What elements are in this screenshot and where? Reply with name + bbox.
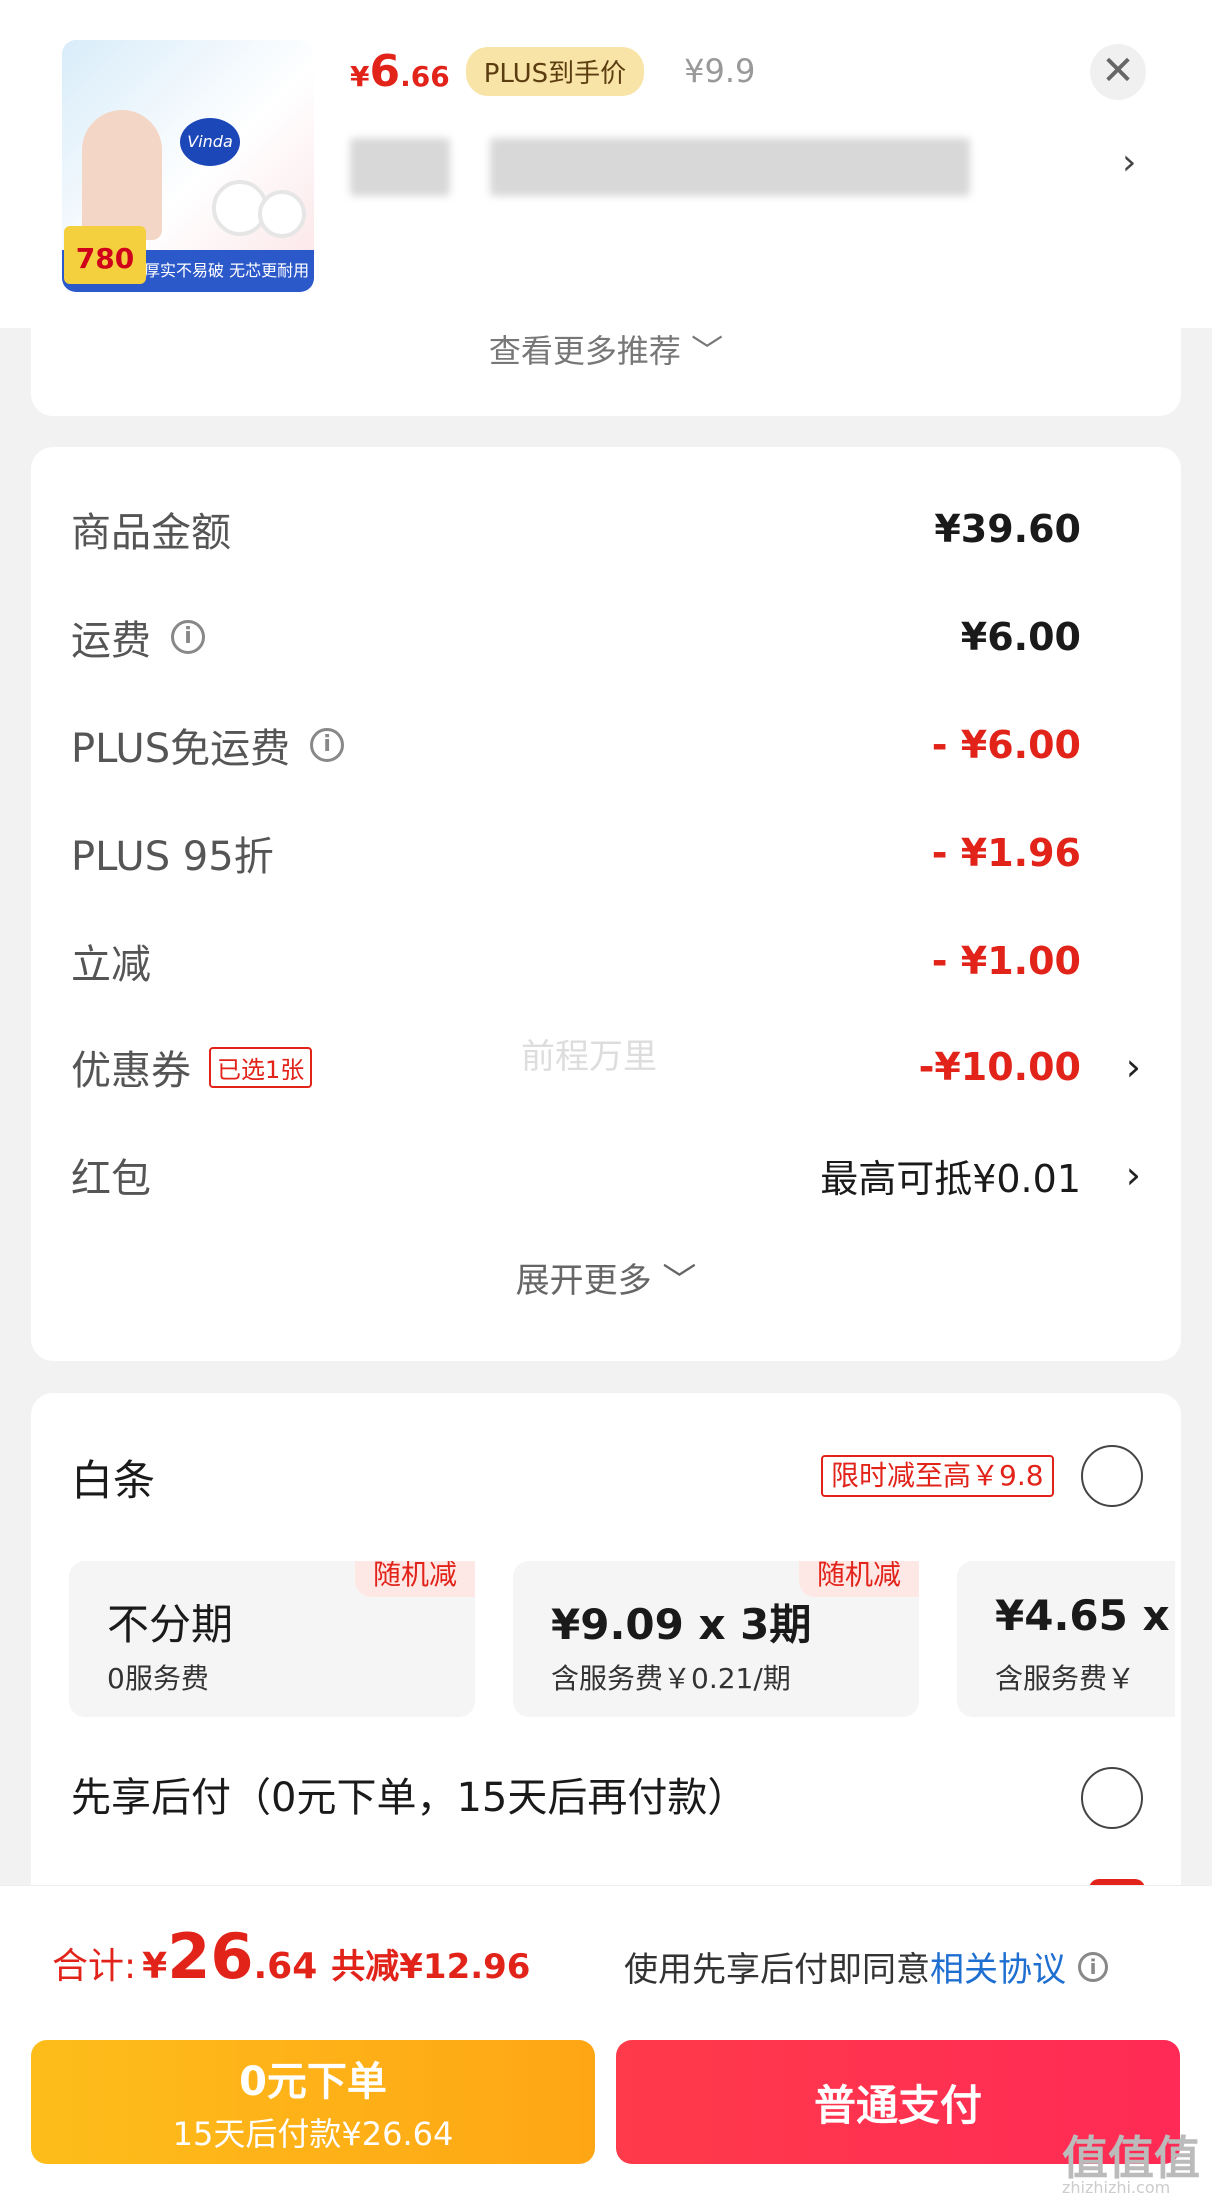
site-watermark-url: zhizhizhi.com xyxy=(1062,2178,1171,2197)
total-label: 合计: xyxy=(52,1946,137,1987)
plan-3-installments[interactable]: 随机减 ¥9.09 x 3期 含服务费￥0.21/期 xyxy=(513,1561,919,1717)
agreement-text: 使用先享后付即同意 相关协议 i xyxy=(624,1942,1108,1991)
plan-sub: 含服务费￥0.21/期 xyxy=(551,1662,791,1695)
current-price: ¥6.66 xyxy=(350,46,450,97)
fee-label: PLUS 95折 xyxy=(71,834,274,880)
total-saved: 共减¥12.96 xyxy=(331,1947,531,1987)
price-decimal: .66 xyxy=(400,59,450,93)
baitiao-radio[interactable] xyxy=(1081,1445,1143,1507)
fee-row-plus-free-shipping: PLUS免运费 i - ¥6.00 xyxy=(71,715,1141,775)
fee-value: ¥39.60 xyxy=(934,507,1081,551)
original-price: ¥9.9 xyxy=(684,52,756,90)
fee-label-wrap: 运费 i xyxy=(71,608,205,666)
chevron-right-icon[interactable]: › xyxy=(1126,1153,1141,1197)
total-decimal: .64 xyxy=(253,1946,318,1987)
blurred-text xyxy=(490,138,970,196)
total-currency: ¥ xyxy=(142,1946,168,1987)
fee-label: 红包 xyxy=(71,1156,151,1202)
price-integer: 6 xyxy=(369,45,401,97)
fee-row-instant-reduction: 立减 - ¥1.00 xyxy=(71,931,1141,991)
product-header: Vinda 厚实不易破 无芯更耐用 780克 ¥6.66 PLUS到手价 ¥9.… xyxy=(0,0,1212,328)
pay-later-button[interactable]: 0元下单 15天后付款¥26.64 xyxy=(31,2040,595,2164)
fee-detail-card: 商品金额 ¥39.60 运费 i ¥6.00 PLUS免运费 i - ¥6.00 P… xyxy=(31,447,1181,1361)
fee-value: - ¥6.00 xyxy=(931,723,1081,767)
fee-value: - ¥1.00 xyxy=(931,939,1081,983)
plan-sub: 0服务费 xyxy=(107,1662,209,1695)
fee-label: 商品金额 xyxy=(71,510,231,556)
view-more-recommend[interactable]: 查看更多推荐 ﹀ xyxy=(31,326,1181,372)
pay-later-label: 先享后付（0元下单，15天后再付款） xyxy=(71,1775,748,1821)
plan-6-installments[interactable]: ¥4.65 x 含服务费￥ xyxy=(957,1561,1175,1717)
plus-price-tag: PLUS到手价 xyxy=(465,46,645,96)
weight-badge: 780克 xyxy=(64,226,146,284)
total-row: 合计: ¥ 26 .64 共减¥12.96 xyxy=(52,1920,530,2000)
tissue-roll-image xyxy=(258,190,306,238)
installment-plans: 随机减 不分期 0服务费 随机减 ¥9.09 x 3期 含服务费￥0.21/期 … xyxy=(69,1561,1175,1721)
fee-value: 最高可抵¥0.01 xyxy=(820,1156,1081,1201)
brand-logo: Vinda xyxy=(180,118,240,166)
recommend-card: 查看更多推荐 ﹀ xyxy=(31,300,1181,416)
currency-symbol: ¥ xyxy=(350,59,370,93)
agreement-link[interactable]: 相关协议 xyxy=(930,1942,1066,1991)
plan-main: ¥9.09 x 3期 xyxy=(551,1600,812,1649)
fee-value: - ¥1.96 xyxy=(931,831,1081,875)
fee-label: 优惠券 xyxy=(71,1048,191,1094)
product-title-blurred[interactable] xyxy=(350,134,1000,200)
expand-more-button[interactable]: 展开更多 ﹀ xyxy=(31,1253,1181,1302)
info-icon[interactable]: i xyxy=(310,728,345,762)
promo-tag: 限时减至高￥9.8 xyxy=(821,1455,1054,1497)
info-icon[interactable]: i xyxy=(171,620,205,654)
model-image xyxy=(82,110,162,240)
info-icon[interactable]: i xyxy=(1078,1951,1108,1982)
agreement-label: 使用先享后付即同意 xyxy=(624,1950,930,1990)
chevron-right-icon[interactable]: › xyxy=(1126,1045,1141,1089)
fee-row-goods: 商品金额 ¥39.60 xyxy=(71,499,1141,559)
pay-later-button-title: 0元下单 xyxy=(239,2059,387,2105)
total-integer: 26 xyxy=(167,1920,254,1993)
fee-label: 立减 xyxy=(71,942,151,988)
fee-label: 运费 xyxy=(71,618,151,664)
baitiao-title: 白条 xyxy=(71,1456,156,1505)
fee-label-wrap: 优惠券 已选1张 xyxy=(71,1038,313,1096)
fee-row-plus-discount: PLUS 95折 - ¥1.96 xyxy=(71,823,1141,883)
price-row: ¥6.66 PLUS到手价 ¥9.9 xyxy=(350,36,755,106)
coupon-selected-badge: 已选1张 xyxy=(209,1046,313,1088)
plan-main: 不分期 xyxy=(107,1600,234,1649)
pay-later-radio[interactable] xyxy=(1081,1767,1143,1829)
watermark: 前程万里 xyxy=(521,1037,657,1077)
fee-row-red-packet[interactable]: 红包 最高可抵¥0.01 › xyxy=(71,1145,1141,1205)
fee-label: PLUS免运费 xyxy=(71,726,291,772)
blurred-text xyxy=(350,138,450,196)
pay-later-button-subtitle: 15天后付款¥26.64 xyxy=(172,2115,454,2153)
fee-label-wrap: PLUS免运费 i xyxy=(71,716,345,774)
checkout-bar: 合计: ¥ 26 .64 共减¥12.96 使用先享后付即同意 相关协议 i 0… xyxy=(0,1885,1212,2201)
close-button[interactable]: ✕ xyxy=(1090,44,1146,100)
product-thumbnail[interactable]: Vinda 厚实不易破 无芯更耐用 780克 xyxy=(62,40,314,292)
fee-value: ¥6.00 xyxy=(960,615,1081,659)
fee-value: -¥10.00 xyxy=(918,1045,1081,1089)
fee-row-shipping: 运费 i ¥6.00 xyxy=(71,607,1141,667)
random-discount-badge: 随机减 xyxy=(798,1561,919,1597)
chevron-right-icon[interactable]: › xyxy=(1122,142,1136,183)
plan-sub: 含服务费￥ xyxy=(995,1662,1136,1695)
random-discount-badge: 随机减 xyxy=(354,1561,475,1597)
plan-main: ¥4.65 x xyxy=(995,1591,1170,1640)
plan-no-installment[interactable]: 随机减 不分期 0服务费 xyxy=(69,1561,475,1717)
